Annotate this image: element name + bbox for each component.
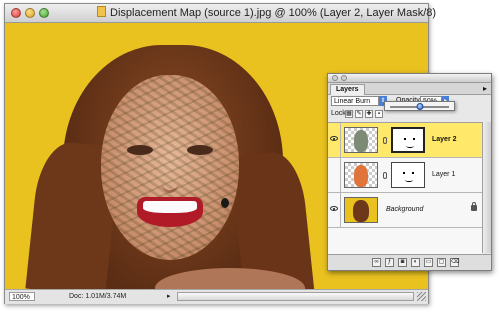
photo-earring bbox=[221, 198, 229, 208]
link-layers-icon[interactable]: ∞ bbox=[372, 258, 381, 267]
zoom-level-field[interactable]: 100% bbox=[9, 292, 35, 301]
document-title-wrapper: Displacement Map (source 1).jpg @ 100% (… bbox=[97, 6, 436, 19]
layer-row-background[interactable]: Background bbox=[328, 193, 483, 228]
layers-bottom-bar: ∞ ƒ ◙ ◐ ▭ ▢ ⌫ bbox=[328, 254, 491, 270]
document-titlebar[interactable]: Displacement Map (source 1).jpg @ 100% (… bbox=[5, 4, 436, 23]
layer-name[interactable]: Layer 2 bbox=[432, 136, 457, 143]
lock-paint-icon[interactable]: ✎ bbox=[355, 110, 363, 118]
adjustment-layer-icon[interactable]: ◐ bbox=[411, 258, 420, 267]
eye-icon bbox=[330, 136, 338, 141]
lock-icon bbox=[471, 202, 477, 211]
photo-eye-left bbox=[127, 145, 153, 155]
lock-move-icon[interactable]: ✚ bbox=[365, 110, 373, 118]
zoom-window-button[interactable] bbox=[39, 8, 49, 18]
document-status-bar: 100% Doc: 1.01M/3.74M ▸ bbox=[5, 289, 428, 304]
layer-name[interactable]: Layer 1 bbox=[432, 171, 455, 178]
visibility-toggle[interactable] bbox=[328, 193, 341, 227]
thumbnail-money-face bbox=[354, 130, 368, 152]
photo-nose bbox=[161, 170, 179, 193]
photo-teeth bbox=[143, 201, 197, 213]
minimize-window-button[interactable] bbox=[25, 8, 35, 18]
opacity-slider-thumb[interactable] bbox=[416, 103, 423, 110]
trash-icon[interactable]: ⌫ bbox=[450, 258, 459, 267]
layer-row-layer-2[interactable]: Layer 2 bbox=[328, 123, 483, 158]
photo-face bbox=[101, 75, 239, 260]
vertical-scrollbar[interactable] bbox=[482, 122, 491, 253]
file-icon bbox=[97, 6, 106, 17]
blend-mode-select[interactable]: Linear Burn bbox=[331, 96, 379, 106]
displaced-money-texture bbox=[101, 75, 239, 260]
layer-style-icon[interactable]: ƒ bbox=[385, 258, 394, 267]
lock-transparency-icon[interactable]: ▦ bbox=[345, 110, 353, 118]
chain-link-icon[interactable] bbox=[383, 137, 387, 144]
status-menu-arrow-icon[interactable]: ▸ bbox=[167, 292, 171, 300]
chain-link-icon[interactable] bbox=[383, 172, 387, 179]
panel-titlebar[interactable] bbox=[328, 74, 491, 83]
layer-row-layer-1[interactable]: Layer 1 bbox=[328, 158, 483, 193]
mask-eye-right bbox=[413, 138, 415, 140]
visibility-toggle[interactable] bbox=[328, 158, 341, 192]
panel-tabs: Layers ▸ bbox=[328, 83, 491, 95]
document-size-info: Doc: 1.01M/3.74M bbox=[69, 293, 127, 300]
mask-eye-left bbox=[403, 172, 405, 174]
layers-list: Layer 2 Layer 1 Background bbox=[328, 122, 483, 254]
opacity-slider[interactable] bbox=[384, 101, 455, 111]
layer-thumbnail bbox=[344, 127, 378, 153]
tab-layers[interactable]: Layers bbox=[330, 84, 365, 95]
visibility-toggle[interactable] bbox=[328, 123, 341, 157]
mask-eye-right bbox=[412, 172, 414, 174]
panel-close-button[interactable] bbox=[332, 75, 338, 81]
document-title: Displacement Map (source 1).jpg @ 100% (… bbox=[110, 7, 437, 19]
layer-thumbnail bbox=[344, 197, 378, 223]
layer-mask-thumbnail[interactable] bbox=[391, 162, 425, 188]
layer-thumbnail bbox=[344, 162, 378, 188]
photo-eye-right bbox=[187, 145, 213, 155]
mask-eye-left bbox=[404, 138, 406, 140]
horizontal-scrollbar[interactable] bbox=[177, 292, 414, 301]
eye-icon bbox=[330, 206, 338, 211]
thumbnail-portrait bbox=[353, 200, 369, 222]
mask-mouth bbox=[406, 144, 414, 148]
lock-all-icon[interactable]: ▪ bbox=[375, 110, 383, 118]
thumbnail-orange-face bbox=[354, 165, 368, 187]
new-layer-icon[interactable]: ▢ bbox=[437, 258, 446, 267]
resize-grip-icon[interactable] bbox=[417, 292, 426, 301]
mask-mouth bbox=[405, 178, 413, 182]
layer-name[interactable]: Background bbox=[386, 206, 423, 213]
layer-mask-thumbnail[interactable] bbox=[391, 127, 425, 153]
close-window-button[interactable] bbox=[11, 8, 21, 18]
new-group-icon[interactable]: ▭ bbox=[424, 258, 433, 267]
add-mask-icon[interactable]: ◙ bbox=[398, 258, 407, 267]
panel-collapse-button[interactable] bbox=[341, 75, 347, 81]
panel-menu-arrow-icon[interactable]: ▸ bbox=[483, 84, 487, 93]
